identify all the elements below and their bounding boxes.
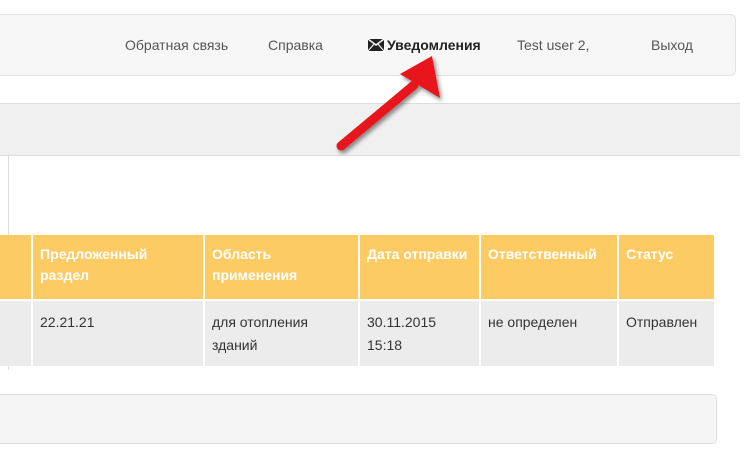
cell-hidden: [0, 300, 33, 366]
column-header-section[interactable]: Предложенный раздел: [32, 235, 205, 301]
cell-section: 22.21.21: [32, 300, 205, 366]
bottom-panel: [0, 394, 717, 444]
page: Обратная связь Справка Уведомления Test …: [0, 0, 749, 472]
envelope-icon: [368, 39, 384, 51]
column-header-status[interactable]: Статус: [618, 235, 714, 301]
cell-scope: для отопления зданий: [204, 300, 360, 366]
requests-table: Предложенный раздел Область применения Д…: [0, 235, 714, 366]
nav-user-link[interactable]: Test user 2,: [517, 37, 589, 53]
nav-feedback-link[interactable]: Обратная связь: [125, 37, 228, 53]
cell-date: 30.11.2015 15:18: [359, 300, 481, 366]
column-header-responsible[interactable]: Ответственный: [480, 235, 619, 301]
column-header-date[interactable]: Дата отправки: [359, 235, 481, 301]
nav-help-link[interactable]: Справка: [268, 37, 323, 53]
cell-responsible: не определен: [480, 300, 619, 366]
nav-notifications-label: Уведомления: [387, 37, 481, 53]
nav-logout-link[interactable]: Выход: [651, 37, 693, 53]
cell-status: Отправлен: [618, 300, 714, 366]
nav-notifications-link[interactable]: Уведомления: [368, 37, 481, 53]
top-navbar: Обратная связь Справка Уведомления Test …: [0, 14, 736, 76]
column-header-hidden: [0, 235, 33, 301]
column-header-scope[interactable]: Область применения: [204, 235, 360, 301]
section-header-bar: [0, 103, 740, 156]
table-row[interactable]: 22.21.21 для отопления зданий 30.11.2015…: [0, 300, 714, 366]
table-header-row: Предложенный раздел Область применения Д…: [0, 235, 714, 301]
